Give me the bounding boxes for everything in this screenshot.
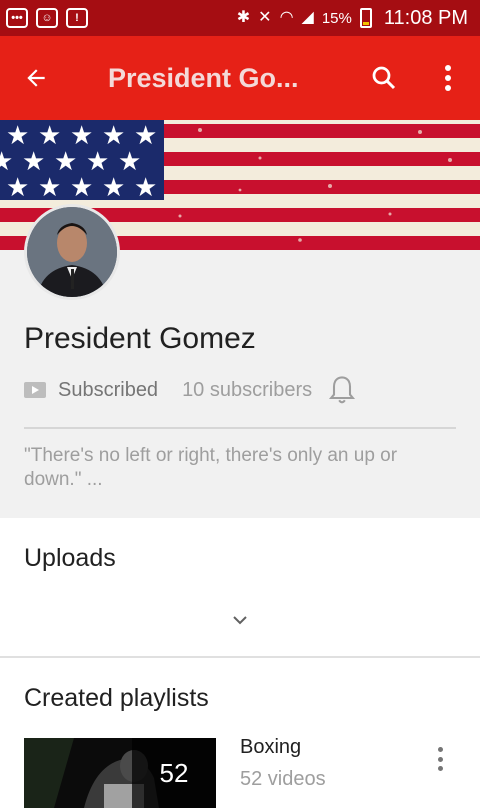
uploads-section: Uploads bbox=[0, 518, 480, 656]
battery-icon bbox=[359, 8, 372, 28]
channel-name: President Gomez bbox=[24, 322, 256, 355]
svg-text:★: ★ bbox=[102, 173, 125, 203]
status-bar: ••• ☺ ! ✱ ✕ ◠ ◢ 15% 11:08 PM bbox=[0, 0, 480, 36]
chevron-down-icon bbox=[233, 616, 247, 625]
playlists-title: Created playlists bbox=[24, 684, 209, 712]
subscription-row: Subscribed 10 subscribers bbox=[24, 372, 356, 408]
more-options-button[interactable] bbox=[416, 36, 480, 120]
more-vert-icon bbox=[437, 747, 443, 752]
playlist-more-options-button[interactable] bbox=[428, 744, 452, 774]
back-button[interactable] bbox=[0, 36, 72, 120]
arrow-back-icon bbox=[27, 69, 45, 87]
svg-text:★: ★ bbox=[38, 173, 61, 203]
subscriber-count: 10 subscribers bbox=[182, 378, 313, 401]
svg-text:★: ★ bbox=[6, 173, 29, 203]
smiley-notification-icon: ☺ bbox=[36, 8, 58, 28]
wifi-icon: ◠ bbox=[279, 9, 294, 26]
chat-notification-icon: ••• bbox=[6, 8, 28, 28]
alert-notification-icon: ! bbox=[66, 8, 88, 28]
battery-percentage: 15% bbox=[321, 9, 352, 27]
app-bar: President Go... bbox=[0, 36, 480, 120]
playlist-item[interactable]: 52 Boxing 52 videos bbox=[0, 736, 480, 808]
search-button[interactable] bbox=[352, 36, 416, 120]
svg-text:★: ★ bbox=[70, 173, 93, 203]
divider bbox=[24, 427, 456, 429]
avatar-photo bbox=[27, 207, 117, 297]
mute-icon: ✕ bbox=[258, 9, 272, 26]
playlist-video-count-overlay: 52 bbox=[132, 738, 216, 808]
search-icon bbox=[372, 66, 396, 90]
more-vert-icon bbox=[445, 65, 451, 91]
bluetooth-icon: ✱ bbox=[236, 9, 251, 26]
svg-text:★: ★ bbox=[134, 173, 157, 203]
expand-uploads-button[interactable] bbox=[224, 608, 256, 632]
playlist-thumbnail[interactable]: 52 bbox=[24, 738, 216, 808]
playlist-subtitle: 52 videos bbox=[240, 768, 326, 790]
channel-description[interactable]: "There's no left or right, there's only … bbox=[24, 444, 454, 492]
signal-icon: ◢ bbox=[301, 9, 314, 26]
uploads-title: Uploads bbox=[24, 544, 116, 572]
subscribed-button[interactable]: Subscribed bbox=[58, 379, 158, 402]
playlist-title[interactable]: Boxing bbox=[240, 736, 301, 759]
playlists-section: Created playlists 52 Boxing 52 videos bbox=[0, 658, 480, 808]
app-bar-title: President Go... bbox=[108, 62, 299, 93]
youtube-play-icon bbox=[24, 382, 46, 398]
channel-avatar[interactable] bbox=[24, 204, 120, 300]
clock: 11:08 PM bbox=[383, 6, 468, 29]
notification-bell-icon[interactable] bbox=[328, 374, 356, 406]
